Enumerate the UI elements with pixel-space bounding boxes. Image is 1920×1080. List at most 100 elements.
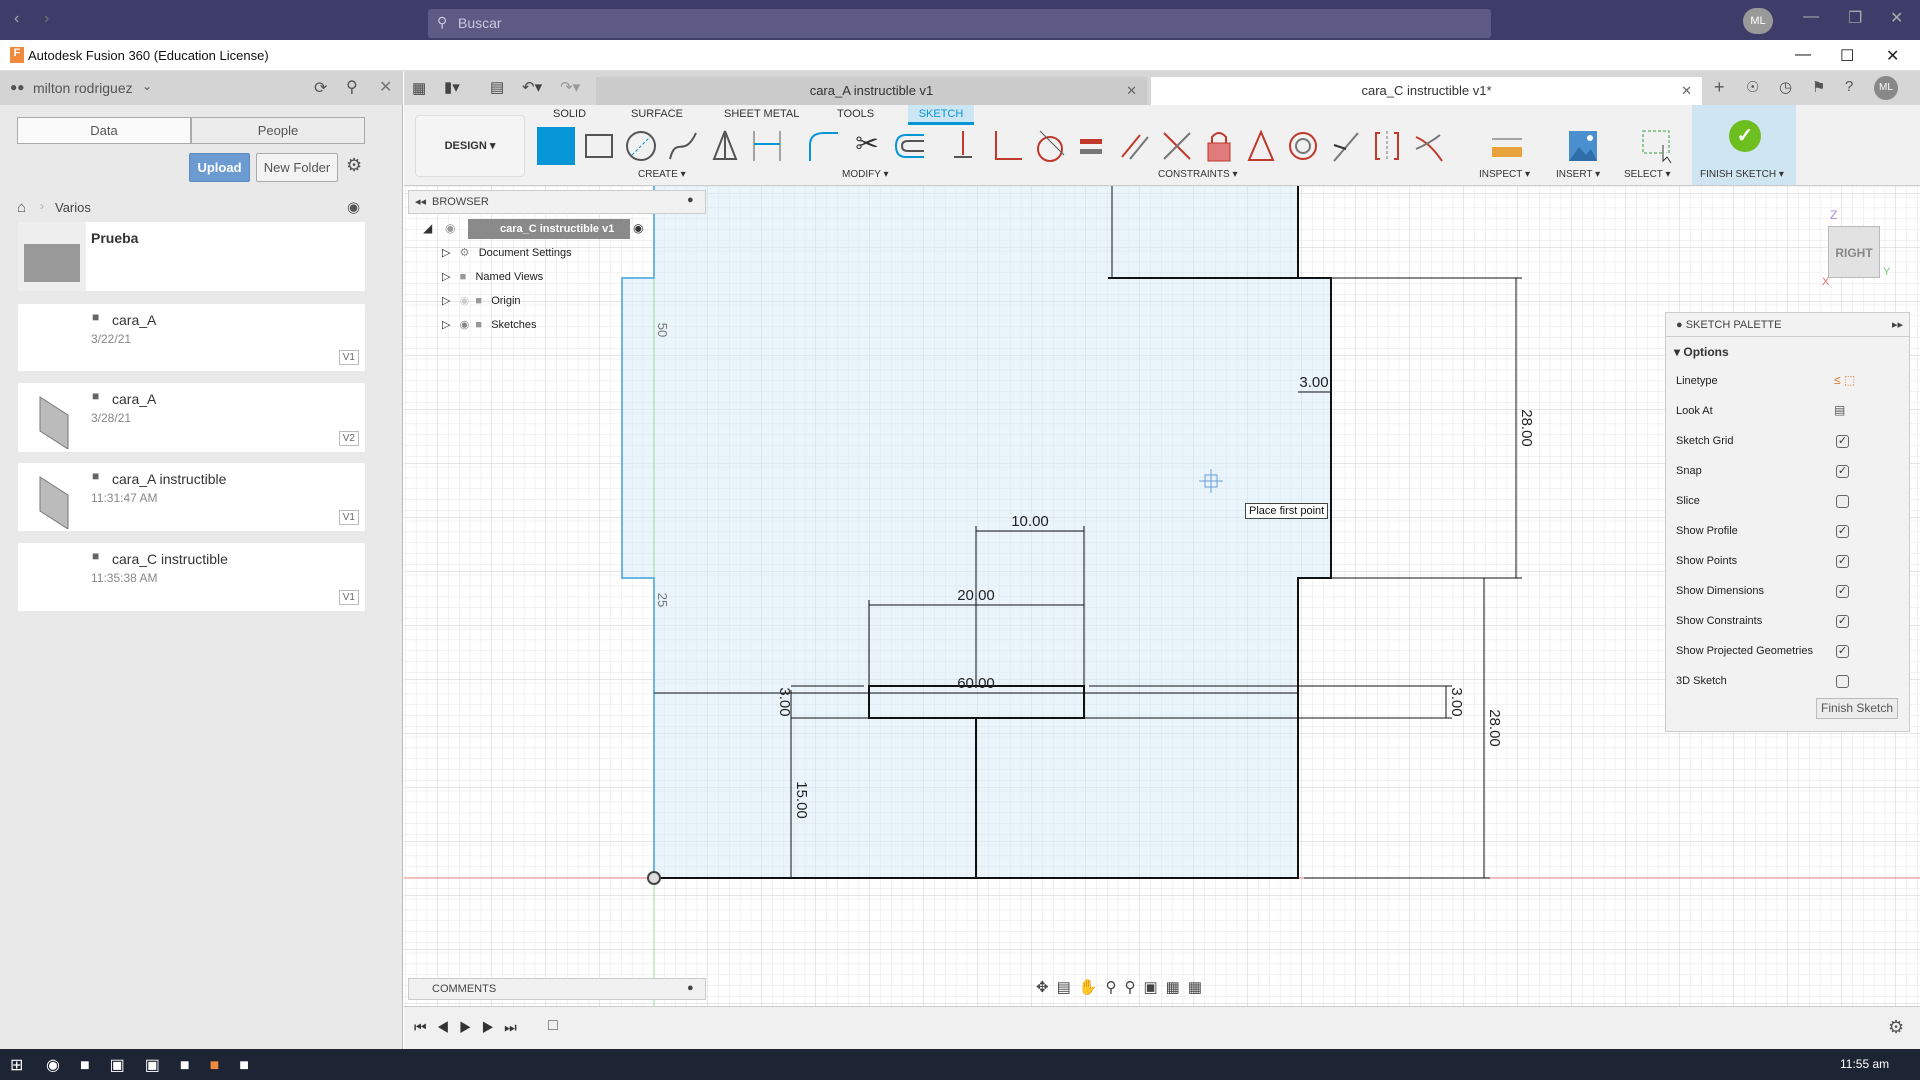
tab-sheet-metal[interactable]: SHEET METAL bbox=[724, 108, 799, 120]
viewports-icon[interactable]: ▦ bbox=[1188, 979, 1210, 996]
home-icon[interactable]: ⌂ bbox=[17, 199, 26, 216]
finish-sketch-button[interactable]: Finish Sketch bbox=[1816, 698, 1898, 719]
tab-cara-c[interactable]: cara_C instructible v1* ✕ bbox=[1151, 77, 1702, 105]
list-item[interactable]: ■ cara_A instructible 11:31:47 AM V1 bbox=[18, 463, 365, 531]
line-tool-icon[interactable] bbox=[537, 127, 575, 165]
fit-icon[interactable]: ⚲ bbox=[1124, 979, 1143, 996]
mirror-tool-icon[interactable] bbox=[706, 127, 744, 165]
tangent-constraint-icon[interactable] bbox=[1030, 127, 1068, 165]
restore-icon[interactable]: ❐ bbox=[1848, 8, 1862, 28]
concentric-constraint-icon[interactable] bbox=[1284, 127, 1322, 165]
palette-checkbox[interactable]: ✓ bbox=[1836, 435, 1849, 448]
grid-menu-icon[interactable]: ▦ bbox=[412, 79, 426, 97]
close-icon[interactable]: ✕ bbox=[1890, 8, 1903, 28]
minimize-panel-icon[interactable]: ● bbox=[687, 194, 694, 206]
insert-menu[interactable]: INSERT ▾ bbox=[1556, 169, 1600, 180]
forward-icon[interactable]: › bbox=[44, 10, 49, 28]
user-selector[interactable]: milton rodriguez bbox=[33, 80, 133, 96]
dimension-28-upper[interactable]: 28.00 bbox=[1518, 409, 1535, 447]
browser-item-named-views[interactable]: ▷ ■ Named Views bbox=[442, 267, 543, 287]
look-at-icon[interactable]: ▤ bbox=[1834, 403, 1845, 417]
list-item[interactable]: ■ cara_A 3/22/21 V1 bbox=[18, 304, 365, 371]
dimension-3-right[interactable]: 3.00 bbox=[1448, 687, 1465, 716]
help-icon[interactable]: ? bbox=[1845, 78, 1853, 95]
upload-button[interactable]: Upload bbox=[189, 153, 250, 182]
palette-checkbox[interactable]: ✓ bbox=[1836, 645, 1849, 658]
breadcrumb[interactable]: Varios bbox=[55, 200, 91, 215]
version-badge[interactable]: V1 bbox=[338, 510, 359, 525]
insert-image-icon[interactable] bbox=[1564, 127, 1602, 165]
close-icon[interactable]: ✕ bbox=[379, 77, 392, 97]
list-item[interactable]: ■ cara_C instructible 11:35:38 AM V1 bbox=[18, 543, 365, 611]
expand-root-icon[interactable]: ◢ bbox=[423, 221, 432, 235]
save-icon[interactable]: ▤ bbox=[490, 78, 504, 96]
minimize-icon[interactable]: — bbox=[1803, 8, 1819, 26]
spline-tool-icon[interactable] bbox=[664, 127, 702, 165]
display-settings-icon[interactable]: ▣ bbox=[1143, 979, 1165, 996]
symmetry-constraint-icon[interactable] bbox=[1368, 127, 1406, 165]
extensions-icon[interactable]: ☉ bbox=[1746, 78, 1759, 96]
search-input[interactable]: Buscar ⚲ bbox=[428, 9, 1491, 38]
pan-hand-icon[interactable]: ✋ bbox=[1079, 979, 1106, 996]
version-badge[interactable]: V1 bbox=[338, 590, 359, 605]
constraints-menu[interactable]: CONSTRAINTS ▾ bbox=[1158, 169, 1237, 180]
user-avatar[interactable]: ML bbox=[1874, 76, 1898, 100]
offset-tool-icon[interactable] bbox=[890, 127, 928, 165]
avatar[interactable]: ML bbox=[1743, 8, 1773, 34]
equal-constraint-icon[interactable] bbox=[1072, 127, 1110, 165]
gear-icon[interactable]: ⚙ bbox=[346, 155, 362, 176]
finish-sketch-menu[interactable]: FINISH SKETCH ▾ bbox=[1700, 169, 1784, 180]
curvature-constraint-icon[interactable] bbox=[1410, 127, 1448, 165]
browser-panel-header[interactable]: ◂◂ BROWSER ● bbox=[408, 190, 706, 214]
list-item[interactable]: ■ cara_A 3/28/21 V2 bbox=[18, 383, 365, 452]
tab-data[interactable]: Data bbox=[17, 117, 191, 144]
fillet-tool-icon[interactable] bbox=[804, 127, 842, 165]
palette-checkbox[interactable]: ✓ bbox=[1836, 555, 1849, 568]
version-badge[interactable]: V1 bbox=[338, 350, 359, 365]
new-folder-button[interactable]: New Folder bbox=[256, 153, 338, 182]
palette-checkbox[interactable]: ✓ bbox=[1836, 615, 1849, 628]
perpendicular-constraint-icon[interactable] bbox=[988, 127, 1026, 165]
zoom-icon[interactable]: ⚲ bbox=[1105, 979, 1124, 996]
job-status-icon[interactable]: ◷ bbox=[1779, 78, 1792, 96]
parallel-constraint-icon[interactable] bbox=[1116, 127, 1154, 165]
maximize-icon[interactable]: ☐ bbox=[1840, 46, 1854, 66]
globe-icon[interactable]: ◉ bbox=[347, 198, 360, 216]
browser-item-origin[interactable]: ▷ ◉ ■ Origin bbox=[442, 291, 521, 311]
dimension-60[interactable]: 60.00 bbox=[957, 675, 995, 692]
browser-item-document-settings[interactable]: ▷ ⚙ Document Settings bbox=[442, 243, 572, 263]
orbit-icon[interactable]: ✥ bbox=[1036, 979, 1057, 996]
search-icon[interactable]: ⚲ bbox=[346, 77, 358, 97]
version-badge[interactable]: V2 bbox=[338, 431, 359, 446]
origin-point[interactable] bbox=[647, 871, 661, 885]
collinear-constraint-icon[interactable] bbox=[1326, 127, 1364, 165]
perpendicular-icon[interactable] bbox=[1158, 127, 1196, 165]
file-icon[interactable]: ▮▾ bbox=[444, 78, 460, 96]
palette-checkbox[interactable] bbox=[1836, 495, 1849, 508]
dimension-10[interactable]: 10.00 bbox=[1011, 513, 1049, 530]
minimize-icon[interactable]: — bbox=[1795, 46, 1811, 64]
browser-root[interactable]: cara_C instructible v1 bbox=[468, 219, 630, 239]
options-section[interactable]: ▾ Options bbox=[1674, 345, 1729, 359]
redo-icon[interactable]: ↷▾ bbox=[560, 78, 580, 96]
visibility-eye-icon[interactable]: ◉ bbox=[445, 221, 455, 235]
tab-solid[interactable]: SOLID bbox=[553, 108, 586, 120]
workspace-switcher[interactable]: DESIGN ▾ bbox=[415, 115, 525, 177]
dimension-20[interactable]: 20.00 bbox=[957, 587, 995, 604]
timeline-settings-icon[interactable]: ⚙ bbox=[1888, 1017, 1904, 1038]
viewcube[interactable]: RIGHT bbox=[1828, 226, 1880, 278]
close-icon[interactable]: ✕ bbox=[1886, 46, 1899, 66]
refresh-icon[interactable]: ⟳ bbox=[314, 78, 327, 98]
fix-lock-icon[interactable] bbox=[1200, 127, 1238, 165]
sketch-timeline-icon[interactable]: □ bbox=[548, 1017, 558, 1035]
tab-surface[interactable]: SURFACE bbox=[631, 108, 683, 120]
collapse-icon[interactable]: ◂◂ bbox=[415, 195, 426, 208]
coincident-constraint-icon[interactable] bbox=[944, 127, 982, 165]
tab-cara-a[interactable]: cara_A instructible v1 ✕ bbox=[596, 77, 1147, 105]
dimension-3-step[interactable]: 3.00 bbox=[1299, 374, 1328, 391]
measure-ruler-icon[interactable] bbox=[1488, 127, 1526, 165]
inspect-menu[interactable]: INSPECT ▾ bbox=[1479, 169, 1530, 180]
comments-panel[interactable]: COMMENTS ● bbox=[408, 978, 706, 1000]
modify-menu[interactable]: MODIFY ▾ bbox=[842, 169, 889, 180]
construction-linetype-icon[interactable]: ≤ ⬚ bbox=[1834, 373, 1855, 387]
